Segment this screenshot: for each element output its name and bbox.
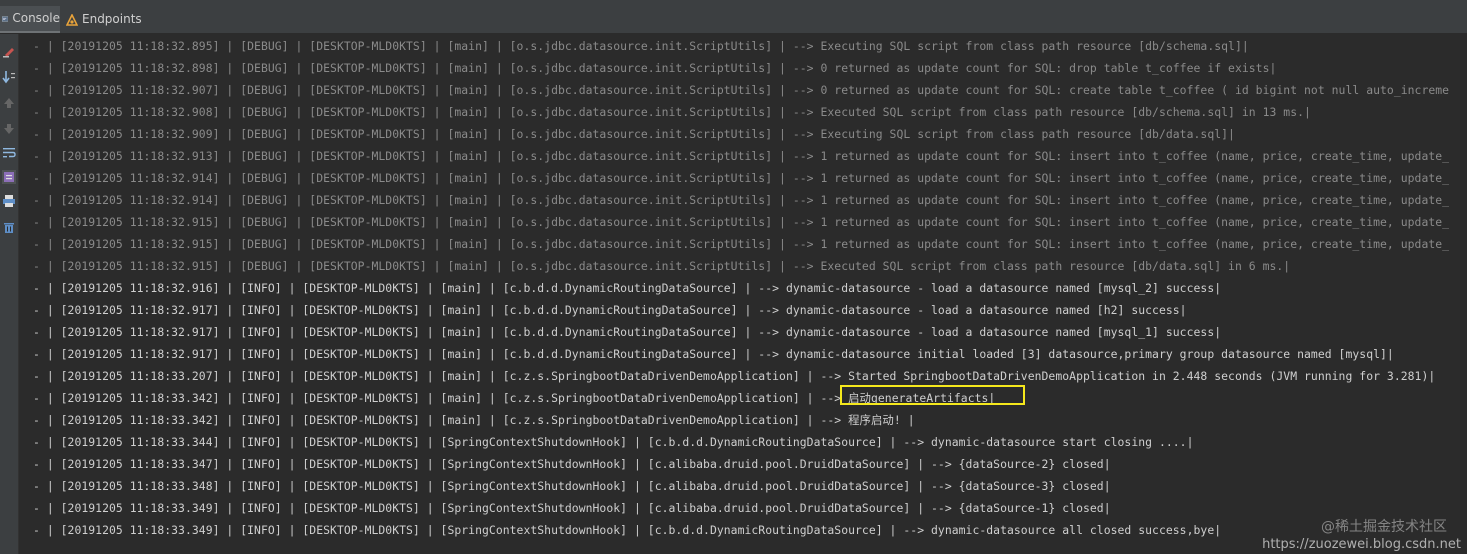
- log-line: - | [20191205 11:18:32.915] | [DEBUG] | …: [33, 215, 1450, 229]
- log-line: - | [20191205 11:18:33.347] | [INFO] | […: [33, 457, 1111, 471]
- endpoints-icon: [66, 13, 78, 26]
- log-line: - | [20191205 11:18:32.909] | [DEBUG] | …: [33, 127, 1235, 141]
- log-line: - | [20191205 11:18:32.917] | [INFO] | […: [33, 347, 1394, 361]
- log-line: - | [20191205 11:18:32.917] | [INFO] | […: [33, 325, 1222, 339]
- tab-endpoints[interactable]: Endpoints: [66, 6, 146, 33]
- print-icon[interactable]: [2, 194, 16, 208]
- log-line: - | [20191205 11:18:33.348] | [INFO] | […: [33, 479, 1111, 493]
- log-line: - | [20191205 11:18:32.917] | [INFO] | […: [33, 303, 1187, 317]
- log-line: - | [20191205 11:18:32.898] | [DEBUG] | …: [33, 61, 1277, 75]
- log-line: - | [20191205 11:18:32.915] | [DEBUG] | …: [33, 259, 1291, 273]
- log-line: - | [20191205 11:18:32.914] | [DEBUG] | …: [33, 171, 1450, 185]
- log-line: - | [20191205 11:18:32.913] | [DEBUG] | …: [33, 149, 1450, 163]
- trash-icon[interactable]: [2, 220, 16, 234]
- watermark-url: https://zuozewei.blog.csdn.net: [1262, 537, 1461, 552]
- tool-window-tabs: Console Endpoints: [0, 6, 1467, 34]
- filter-icon[interactable]: [2, 170, 16, 184]
- log-line: - | [20191205 11:18:32.914] | [DEBUG] | …: [33, 193, 1450, 207]
- log-line: - | [20191205 11:18:33.207] | [INFO] | […: [33, 369, 1436, 383]
- down-arrow-icon[interactable]: [2, 122, 16, 136]
- tab-endpoints-label: Endpoints: [82, 12, 142, 26]
- watermark: @稀土掘金技术社区: [1321, 519, 1447, 535]
- log-line: - | [20191205 11:18:32.908] | [DEBUG] | …: [33, 105, 1311, 119]
- log-line: - | [20191205 11:18:33.349] | [INFO] | […: [33, 501, 1111, 515]
- soft-wrap-icon[interactable]: [2, 146, 16, 160]
- clear-icon[interactable]: [2, 44, 16, 58]
- console-toolbar: [0, 34, 19, 554]
- console-icon: [2, 15, 9, 22]
- log-line: - | [20191205 11:18:33.349] | [INFO] | […: [33, 523, 1222, 537]
- tab-console[interactable]: Console: [0, 6, 60, 33]
- log-line: - | [20191205 11:18:32.915] | [DEBUG] | …: [33, 237, 1450, 251]
- log-line: - | [20191205 11:18:33.344] | [INFO] | […: [33, 435, 1194, 449]
- highlight-box: [840, 385, 1025, 405]
- up-arrow-icon[interactable]: [2, 96, 16, 110]
- log-line: - | [20191205 11:18:32.895] | [DEBUG] | …: [33, 39, 1249, 53]
- console-output[interactable]: - | [20191205 11:18:32.895] | [DEBUG] | …: [19, 34, 1467, 554]
- log-line: - | [20191205 11:18:33.342] | [INFO] | […: [33, 413, 915, 427]
- log-line: - | [20191205 11:18:32.907] | [DEBUG] | …: [33, 83, 1450, 97]
- scroll-to-end-icon[interactable]: [2, 70, 16, 84]
- tab-console-label: Console: [12, 11, 60, 25]
- log-line: - | [20191205 11:18:32.916] | [INFO] | […: [33, 281, 1222, 295]
